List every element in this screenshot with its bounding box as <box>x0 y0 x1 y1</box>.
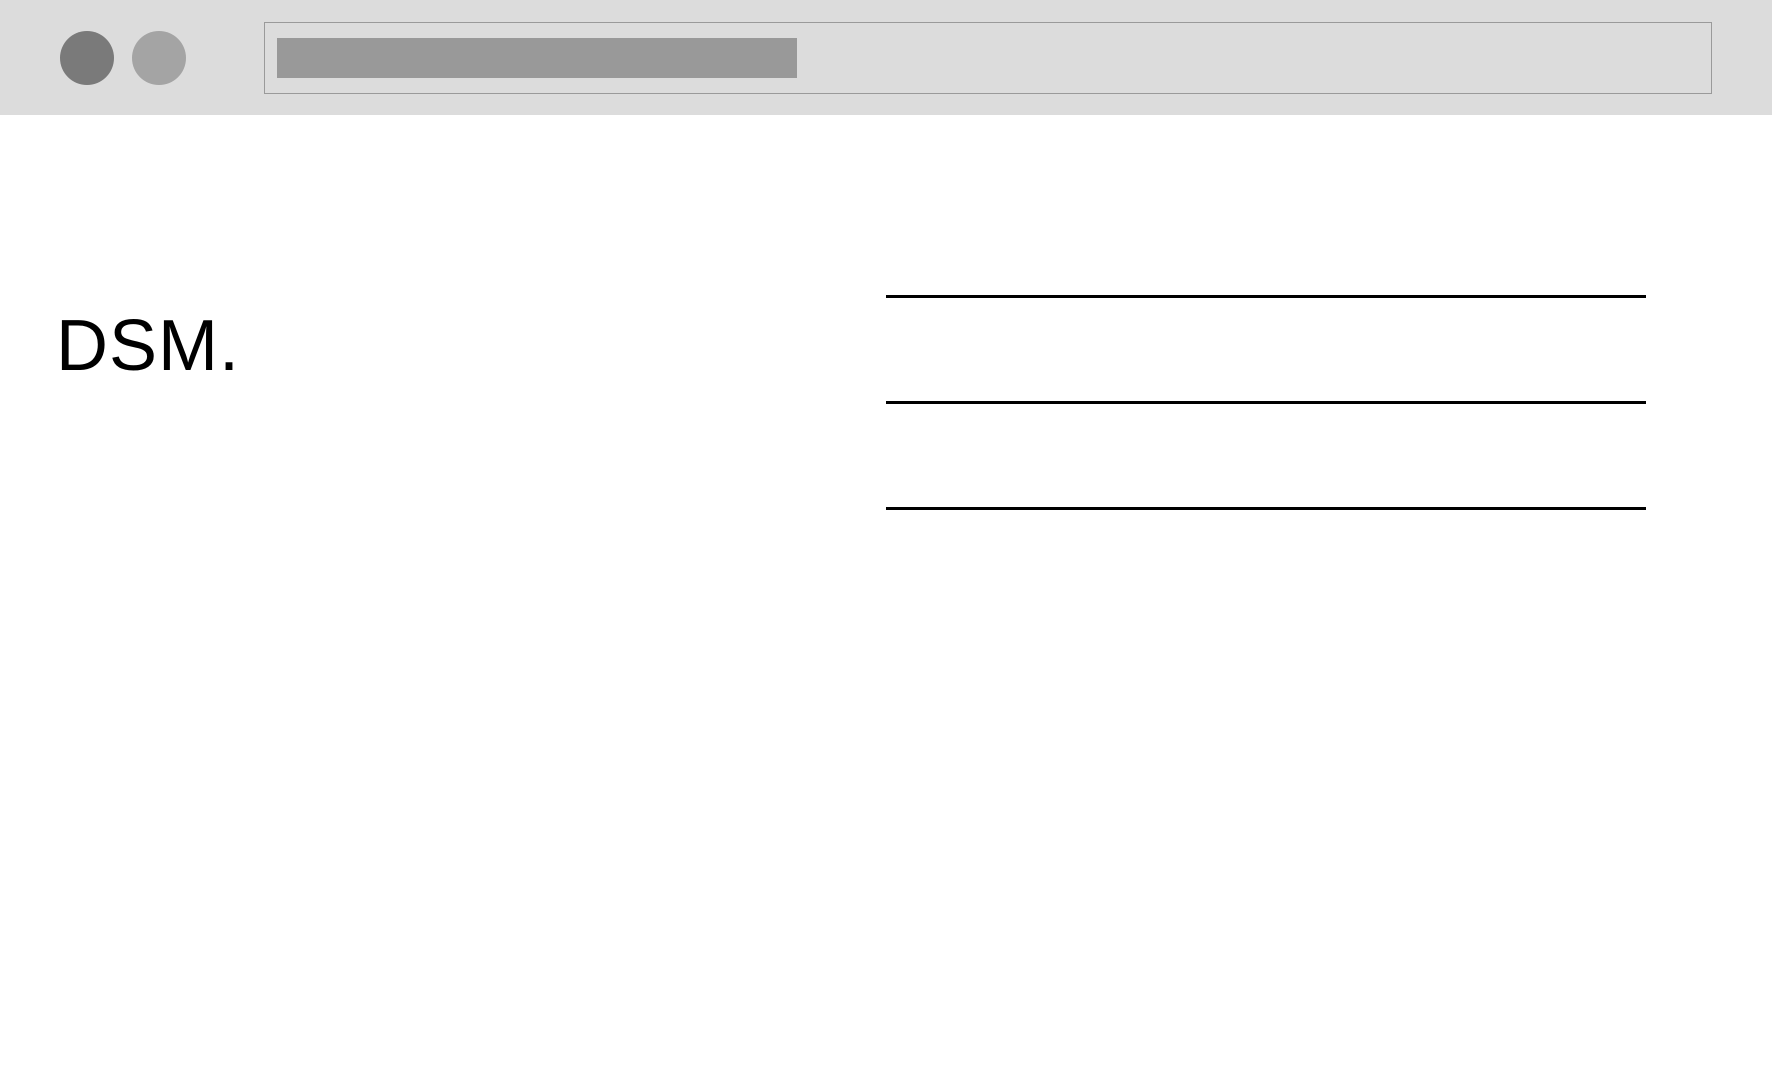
menu-item-2[interactable] <box>886 401 1646 404</box>
window-control-1[interactable] <box>60 31 114 85</box>
address-bar-content <box>277 38 797 78</box>
page-content: DSM. <box>0 115 1772 1080</box>
window-control-2[interactable] <box>132 31 186 85</box>
address-bar[interactable] <box>264 22 1712 94</box>
logo-text: DSM. <box>56 305 240 387</box>
menu-item-3[interactable] <box>886 507 1646 510</box>
browser-chrome <box>0 0 1772 115</box>
left-section: DSM. <box>56 175 886 1020</box>
menu-item-1[interactable] <box>886 295 1646 298</box>
right-section <box>886 175 1716 1020</box>
